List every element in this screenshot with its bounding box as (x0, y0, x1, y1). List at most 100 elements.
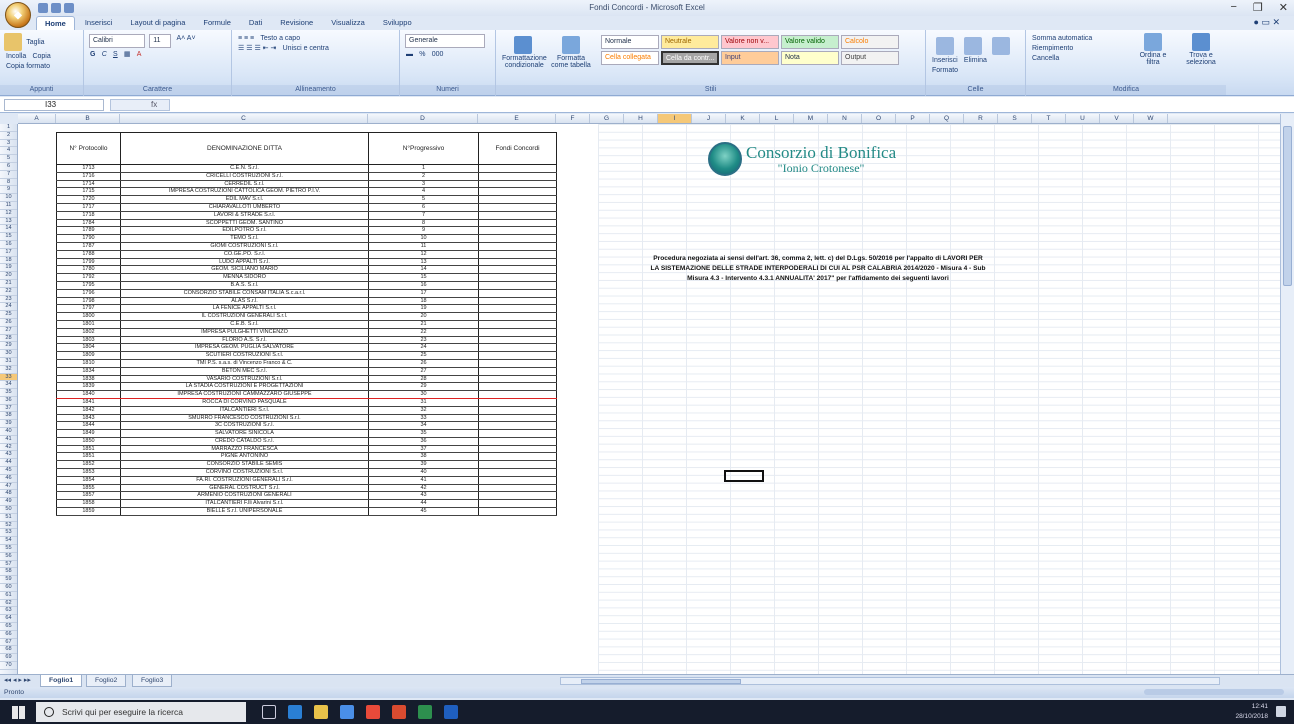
progressive-cell[interactable]: 10 (368, 234, 479, 243)
row-header[interactable]: 50 (0, 506, 17, 514)
progressive-cell[interactable]: 6 (368, 203, 479, 212)
protocol-cell[interactable]: 1855 (56, 484, 121, 493)
company-cell[interactable]: C.E.B. S.r.l. (120, 320, 369, 329)
progressive-cell[interactable]: 18 (368, 297, 479, 306)
column-header-a[interactable]: A (18, 114, 56, 123)
progressive-cell[interactable]: 3 (368, 180, 479, 189)
company-cell[interactable]: CONSORZIO STABILE CONSAM ITALIA S.c.a.r.… (120, 289, 369, 298)
column-header-k[interactable]: K (726, 114, 760, 123)
funds-cell[interactable] (478, 476, 557, 485)
protocol-cell[interactable]: 1787 (56, 242, 121, 251)
funds-cell[interactable] (478, 265, 557, 275)
funds-cell[interactable] (478, 460, 557, 470)
protocol-cell[interactable]: 1718 (56, 211, 121, 220)
style-check-cell[interactable]: Cella da contr... (661, 51, 719, 65)
align-left-icon[interactable]: ☰ ☰ ☰ ⇤ ⇥ (238, 44, 276, 52)
row-header[interactable]: 59 (0, 576, 17, 585)
company-cell[interactable]: 3C COSTRUZIONI S.r.l. (120, 421, 369, 431)
help-icon[interactable]: ● ▭ ✕ (1254, 17, 1280, 28)
delete-cells-button[interactable]: Elimina (964, 57, 987, 64)
style-bad[interactable]: Valore non v... (721, 35, 779, 49)
company-cell[interactable]: MARRAZZO FRANCESCA (120, 445, 369, 454)
fill-button[interactable]: Riempimento (1032, 45, 1073, 52)
progressive-cell[interactable]: 45 (368, 507, 479, 516)
protocol-cell[interactable]: 1842 (56, 406, 121, 415)
row-header[interactable]: 60 (0, 584, 17, 592)
company-cell[interactable]: IMPRESA PULGHETTI VINCENZO (120, 328, 369, 337)
store-icon[interactable] (340, 705, 354, 719)
row-header[interactable]: 24 (0, 303, 17, 312)
progressive-cell[interactable]: 8 (368, 219, 479, 228)
column-header-l[interactable]: L (760, 114, 794, 123)
row-header[interactable]: 45 (0, 467, 17, 475)
insert-cells-icon[interactable] (936, 37, 954, 55)
row-header[interactable]: 9 (0, 186, 17, 195)
row-header[interactable]: 68 (0, 646, 17, 655)
sort-filter-button[interactable]: Ordina e filtra (1132, 52, 1174, 66)
funds-cell[interactable] (478, 382, 557, 392)
funds-cell[interactable] (478, 180, 557, 189)
office-app-icon[interactable] (392, 705, 406, 719)
company-cell[interactable]: CHIARAVALLOTI UMBERTO (120, 203, 369, 212)
paste-button[interactable]: Incolla (6, 53, 26, 60)
progressive-cell[interactable]: 14 (368, 265, 479, 275)
progressive-cell[interactable]: 30 (368, 390, 479, 399)
protocol-cell[interactable]: 1859 (56, 507, 121, 516)
protocol-cell[interactable]: 1715 (56, 187, 121, 197)
company-cell[interactable]: IMPRESA GEOM. PUGLIA SALVATORE (120, 343, 369, 353)
chrome-icon[interactable] (366, 705, 380, 719)
bold-button[interactable]: G (90, 51, 95, 58)
row-header[interactable]: 7 (0, 171, 17, 179)
protocol-cell[interactable]: 1792 (56, 273, 121, 282)
header-company[interactable]: DENOMINAZIONE DITTA (120, 132, 369, 165)
row-header[interactable]: 49 (0, 498, 17, 507)
company-cell[interactable]: LAVORI & STRADE S.r.l. (120, 211, 369, 220)
sheet-tab-foglio3[interactable]: Foglio3 (132, 675, 173, 687)
maximize-button[interactable]: ❐ (1253, 1, 1263, 14)
name-box[interactable]: I33 (4, 99, 104, 111)
row-header[interactable]: 41 (0, 436, 17, 444)
protocol-cell[interactable]: 1799 (56, 258, 121, 267)
funds-cell[interactable] (478, 491, 557, 501)
company-cell[interactable]: CONSORZIO STABILE SEMIS (120, 460, 369, 470)
progressive-cell[interactable]: 37 (368, 445, 479, 454)
funds-cell[interactable] (478, 421, 557, 431)
progressive-cell[interactable]: 39 (368, 460, 479, 470)
protocol-cell[interactable]: 1717 (56, 203, 121, 212)
progressive-cell[interactable]: 11 (368, 242, 479, 251)
company-cell[interactable]: EDILPOTRO S.r.l. (120, 226, 369, 236)
row-header[interactable]: 47 (0, 483, 17, 491)
progressive-cell[interactable]: 32 (368, 406, 479, 415)
funds-cell[interactable] (478, 343, 557, 353)
funds-cell[interactable] (478, 398, 557, 407)
protocol-cell[interactable]: 1851 (56, 445, 121, 454)
row-header[interactable]: 31 (0, 358, 17, 366)
column-header-t[interactable]: T (1032, 114, 1066, 123)
funds-cell[interactable] (478, 219, 557, 228)
tab-data[interactable]: Dati (241, 16, 270, 30)
column-header-u[interactable]: U (1066, 114, 1100, 123)
excel-app-icon[interactable] (418, 705, 432, 719)
funds-cell[interactable] (478, 211, 557, 220)
company-cell[interactable]: SCOPPETTI GEOM. SANTINO (120, 219, 369, 228)
company-cell[interactable]: VASARIO COSTRUZIONI S.r.l. (120, 375, 369, 384)
close-button[interactable]: ✕ (1279, 1, 1288, 14)
column-header-w[interactable]: W (1134, 114, 1168, 123)
funds-cell[interactable] (478, 468, 557, 477)
protocol-cell[interactable]: 1853 (56, 468, 121, 477)
funds-cell[interactable] (478, 375, 557, 384)
progressive-cell[interactable]: 24 (368, 343, 479, 353)
tab-insert[interactable]: Inserisci (77, 16, 121, 30)
funds-cell[interactable] (478, 359, 557, 368)
row-header[interactable]: 51 (0, 514, 17, 522)
row-header[interactable]: 58 (0, 568, 17, 577)
funds-cell[interactable] (478, 351, 557, 360)
row-header[interactable]: 52 (0, 522, 17, 530)
column-header-m[interactable]: M (794, 114, 828, 123)
notification-icon[interactable] (1276, 706, 1286, 717)
italic-button[interactable]: C (102, 51, 107, 58)
row-header[interactable]: 10 (0, 194, 17, 202)
windows-start-icon[interactable] (12, 706, 25, 719)
company-cell[interactable]: ITALCANTIERI S.r.l. (120, 406, 369, 415)
funds-cell[interactable] (478, 390, 557, 399)
